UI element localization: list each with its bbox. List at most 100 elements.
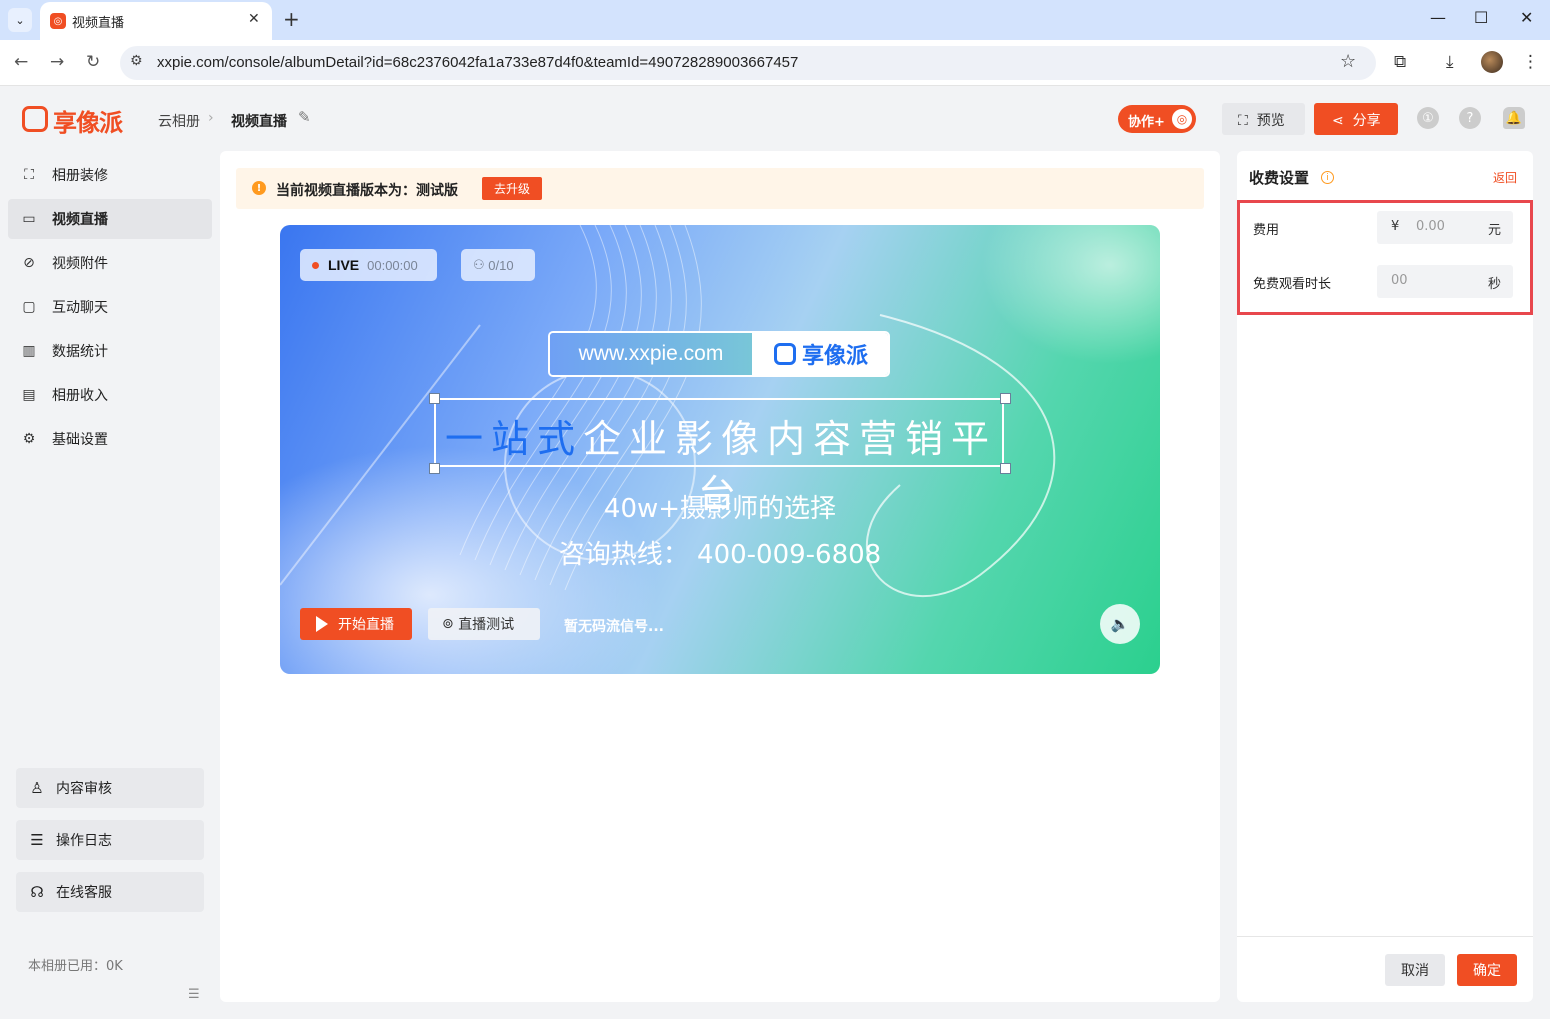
address-bar[interactable]: ⚙ xxpie.com/console/albumDetail?id=68c23… [120,46,1376,80]
brand-logo-icon [773,343,796,365]
fee-placeholder: 0.00 [1416,219,1445,234]
brand-name: 享像派 [752,333,888,375]
edit-icon[interactable]: ✎ [298,108,311,126]
reload-icon[interactable]: ↻ [86,52,100,72]
share-button[interactable]: ⋖ 分享 [1314,103,1398,135]
bell-icon[interactable]: 🔔 [1503,107,1525,129]
back-link[interactable]: 返回 [1493,169,1517,186]
wallet-icon: ▤ [22,387,36,403]
sidebar-item-label: 相册装修 [52,168,108,184]
site-info-icon[interactable]: ⚙ [130,53,143,69]
gear-icon: ⚙ [22,431,36,447]
bookmark-star-icon[interactable]: ☆ [1340,51,1356,72]
preview-label: 预览 [1256,113,1285,129]
main-panel: ! 当前视频直播版本为：测试版 去升级 LIVE 00:00:00 ⚇ 0/10… [220,151,1220,1002]
fee-suffix: 元 [1487,223,1501,238]
brand-name-text: 享像派 [801,344,868,369]
version-icon[interactable]: ① [1417,107,1439,129]
app-header: 享像派 云相册 › 视频直播 ✎ 协作+ ◎ ⛶ 预览 ⋖ 分享 ① ? 🔔 [0,86,1550,150]
customer-service-button[interactable]: ☊ 在线客服 [16,872,204,912]
tab-close-icon[interactable]: ✕ [248,11,260,27]
preview-icon: ⛶ [1238,113,1248,129]
forward-icon[interactable]: → [50,52,64,72]
free-duration-suffix: 秒 [1487,277,1501,292]
operation-log-button[interactable]: ☰ 操作日志 [16,820,204,860]
divider [1237,936,1533,937]
help-icon[interactable]: ? [1459,107,1481,129]
sidebar-item-label: 视频直播 [52,212,108,228]
sidebar-item-decoration[interactable]: ⛶ 相册装修 [8,155,212,195]
browser-toolbar: ← → ↻ ⚙ xxpie.com/console/albumDetail?id… [0,40,1550,86]
collapse-sidebar-icon[interactable]: ☰ [188,987,200,1002]
viewer-count-badge: ⚇ 0/10 [461,249,535,281]
customer-service-label: 在线客服 [56,885,112,901]
minimize-icon[interactable]: — [1430,8,1446,27]
live-label: LIVE [328,257,360,273]
live-dot-icon [312,261,319,269]
sidebar-item-label: 基础设置 [52,432,108,448]
share-label: 分享 [1352,113,1381,129]
sidebar-item-chat[interactable]: ▢ 互动聊天 [8,287,212,327]
extensions-icon[interactable]: ⧉ [1394,52,1406,72]
sidebar-item-live[interactable]: ▭ 视频直播 [8,199,212,239]
content-review-button[interactable]: ♙ 内容审核 [16,768,204,808]
cancel-button[interactable]: 取消 [1385,954,1445,986]
share-icon: ⋖ [1332,113,1344,129]
fee-input[interactable]: ¥ 0.00 元 [1377,211,1513,244]
user-icon: ⚇ [473,257,485,272]
resize-handle[interactable] [429,393,440,404]
hotline: 咨询热线： 400-009-6808 [558,540,882,570]
tab-search-icon[interactable]: ⌄ [8,8,32,32]
breadcrumb-current: 视频直播 [231,114,287,130]
maximize-icon[interactable]: ☐ [1474,8,1488,27]
play-icon [316,616,328,632]
upgrade-button[interactable]: 去升级 [482,177,542,200]
headset-icon: ☊ [30,883,44,901]
info-icon[interactable]: i [1321,171,1334,184]
live-test-button[interactable]: ⊚ 直播测试 [428,608,540,640]
sidebar-item-attachments[interactable]: ⊘ 视频附件 [8,243,212,283]
tab-favicon-icon: ◎ [50,13,66,29]
stamp-icon: ♙ [30,779,44,797]
signal-icon: ⊚ [442,616,454,632]
download-icon[interactable]: ⤓ [1446,52,1454,72]
video-icon: ▭ [22,211,36,227]
slogan-selection-box[interactable]: 一站式企业影像内容营销平台 [429,393,1011,516]
browser-tab-bar: ⌄ ◎ 视频直播 ✕ + — ☐ ✕ [0,0,1550,40]
new-tab-icon[interactable]: + [283,7,300,31]
free-duration-placeholder: 00 [1391,273,1408,288]
back-icon[interactable]: ← [14,52,28,72]
sidebar-item-settings[interactable]: ⚙ 基础设置 [8,419,212,459]
sidebar-item-label: 数据统计 [52,344,108,360]
warning-icon: ! [252,181,266,195]
frame-icon: ⛶ [24,167,34,183]
notice-text: 当前视频直播版本为：测试版 [276,183,458,199]
resize-handle[interactable] [1000,393,1011,404]
sidebar-item-label: 互动聊天 [52,300,108,316]
start-live-button[interactable]: 开始直播 [300,608,412,640]
paperclip-icon: ⊘ [23,255,35,271]
operation-log-label: 操作日志 [56,833,112,849]
sidebar-item-income[interactable]: ▤ 相册收入 [8,375,212,415]
sidebar-item-label: 视频附件 [52,256,108,272]
preview-button[interactable]: ⛶ 预览 [1222,103,1305,135]
browser-menu-icon[interactable]: ⋮ [1522,52,1539,72]
live-test-label: 直播测试 [458,617,515,633]
sidebar-item-stats[interactable]: ▥ 数据统计 [8,331,212,371]
free-duration-input[interactable]: 00 秒 [1377,265,1513,298]
confirm-button[interactable]: 确定 [1457,954,1517,986]
tab-title: 视频直播 [72,16,125,31]
logo-icon [22,106,48,132]
browser-tab[interactable]: ◎ 视频直播 ✕ [40,2,272,40]
url-text[interactable]: xxpie.com/console/albumDetail?id=68c2376… [157,54,798,71]
storage-usage: 本相册已用：0K [28,959,123,974]
breadcrumb-album[interactable]: 云相册 [158,111,200,131]
collab-button[interactable]: 协作+ ◎ [1118,105,1196,133]
currency-prefix: ¥ [1391,219,1400,234]
start-live-label: 开始直播 [338,617,394,633]
live-timer: 00:00:00 [367,257,418,273]
volume-icon[interactable]: 🔈 [1100,604,1140,644]
window-close-icon[interactable]: ✕ [1520,8,1533,27]
profile-avatar[interactable] [1481,51,1503,73]
sidebar-item-label: 相册收入 [52,388,108,404]
